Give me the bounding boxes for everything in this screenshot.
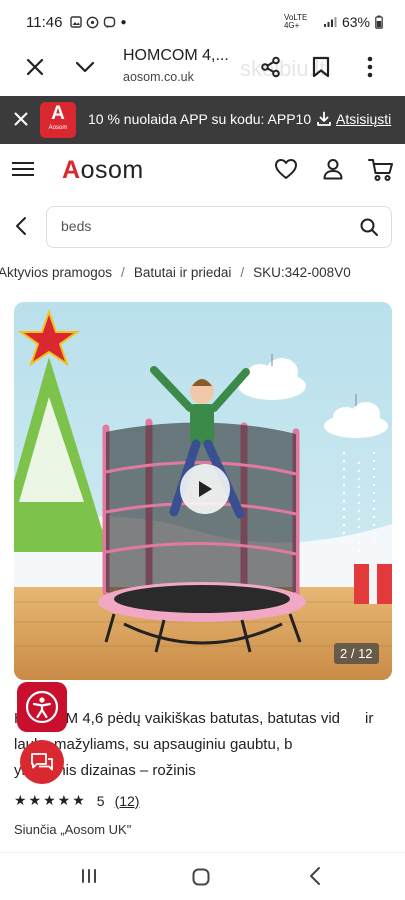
battery-icon	[375, 15, 383, 29]
status-bar: 11:46 ● VoLTE 4G+ 63%	[0, 0, 405, 44]
network-indicator: VoLTE 4G+	[283, 13, 308, 30]
search-button[interactable]	[359, 217, 379, 242]
more-options-button[interactable]	[355, 52, 385, 82]
recent-apps-button[interactable]	[80, 867, 98, 890]
breadcrumb-separator: /	[240, 265, 245, 280]
back-arrow-icon	[310, 867, 320, 885]
app-logo-name: Aosom	[48, 125, 68, 131]
play-icon	[199, 481, 212, 497]
cart-button[interactable]	[368, 158, 394, 187]
logo-first-letter: A	[62, 156, 81, 184]
chat-button[interactable]	[20, 740, 64, 784]
rating-value: 5	[96, 792, 105, 809]
promo-text: 10 % nuolaida APP su kodu: APP10	[88, 111, 312, 127]
breadcrumb-separator: /	[121, 265, 125, 280]
aosom-logo[interactable]: Aosom	[62, 156, 144, 185]
notification-icons: ●	[70, 16, 126, 29]
image-icon	[70, 16, 83, 28]
product-title: H OM 4,6 pėdų vaikiškas batutas, batutas…	[14, 710, 378, 779]
accessibility-icon	[25, 690, 59, 724]
hamburger-icon	[12, 162, 36, 176]
breadcrumb-item[interactable]: Aktyvios pramogos	[0, 265, 112, 280]
whatsapp-icon	[87, 16, 99, 28]
bookmark-button[interactable]	[306, 52, 336, 82]
user-icon	[323, 159, 343, 180]
home-icon	[192, 868, 210, 886]
system-nav-bar	[0, 852, 405, 900]
image-counter: 2 / 12	[334, 643, 379, 664]
chat-icon	[31, 753, 53, 771]
home-button[interactable]	[191, 867, 211, 892]
breadcrumb-item[interactable]: Batutai ir priedai	[134, 265, 232, 280]
seller-info: Siunčia „Aosom UK"	[14, 822, 132, 837]
accessibility-button[interactable]	[17, 682, 67, 732]
account-button[interactable]	[322, 158, 344, 185]
download-label: Atsisiųsti	[336, 111, 392, 127]
breadcrumb-sku: SKU:342-008V0	[253, 265, 351, 280]
logo-rest: osom	[80, 156, 144, 184]
rating-stars: ★★★★★	[14, 792, 87, 808]
close-icon	[14, 112, 28, 126]
search-input[interactable]	[61, 218, 341, 234]
close-tab-button[interactable]	[20, 52, 50, 82]
search-icon	[360, 218, 378, 236]
system-back-button[interactable]	[308, 866, 322, 891]
download-icon	[317, 111, 331, 126]
back-button[interactable]	[14, 216, 28, 241]
play-video-button[interactable]	[180, 464, 230, 514]
tab-title: HOMCOM 4,...	[123, 47, 229, 64]
close-banner-button[interactable]	[10, 108, 32, 130]
menu-button[interactable]	[12, 158, 36, 182]
more-vertical-icon	[367, 56, 373, 78]
tab-info[interactable]: HOMCOM 4,... aosom.co.uk	[123, 44, 229, 84]
signal-icon	[323, 17, 337, 27]
search-row	[0, 204, 405, 250]
app-logo-letter: A	[51, 103, 65, 124]
app-logo: A Aosom	[40, 102, 76, 138]
share-icon	[261, 56, 280, 78]
review-count-link[interactable]: (12)	[115, 793, 140, 809]
minimize-button[interactable]	[70, 52, 100, 82]
wishlist-button[interactable]	[274, 158, 298, 185]
tab-url: aosom.co.uk	[123, 70, 194, 84]
viber-icon	[104, 16, 116, 28]
system-status-icons: VoLTE 4G+ 63%	[284, 14, 383, 30]
rating-row: ★★★★★ 5 (12)	[14, 792, 139, 809]
site-header: Aosom	[0, 144, 405, 198]
heart-icon	[275, 159, 297, 179]
bookmark-icon	[312, 56, 330, 78]
search-box	[46, 206, 392, 248]
download-app-link[interactable]: Atsisiųsti	[316, 111, 391, 127]
app-download-banner: A Aosom 10 % nuolaida APP su kodu: APP10…	[0, 96, 405, 144]
chevron-down-icon	[75, 61, 95, 73]
share-button[interactable]	[256, 52, 286, 82]
dot-icon: ●	[120, 16, 127, 28]
breadcrumb: Aktyvios pramogos / Batutai ir priedai /…	[0, 265, 351, 280]
battery-level: 63%	[341, 14, 370, 30]
cart-icon	[368, 159, 393, 181]
close-icon	[26, 58, 44, 76]
recent-apps-icon	[82, 869, 96, 883]
status-time: 11:46	[26, 13, 63, 31]
chevron-left-icon	[16, 217, 26, 235]
browser-toolbar: HOMCOM 4,... aosom.co.uk skelbiu.lt	[0, 44, 405, 96]
